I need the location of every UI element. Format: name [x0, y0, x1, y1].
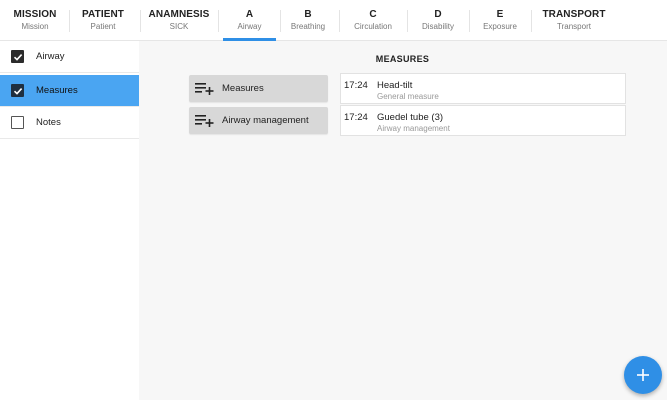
- tab-breathing-label: B: [304, 9, 312, 20]
- tab-breathing-sublabel: Breathing: [290, 22, 326, 31]
- checkbox-checked-icon[interactable]: [11, 84, 24, 97]
- top-tab-bar: MISSION Mission PATIENT Patient ANAMNESI…: [0, 0, 667, 41]
- tab-transport-sublabel: Transport: [557, 22, 591, 31]
- tab-disability[interactable]: D Disability: [412, 0, 464, 41]
- add-measures-button[interactable]: Measures: [189, 75, 328, 102]
- tab-divider: [339, 10, 340, 32]
- add-airway-management-label: Airway management: [222, 115, 309, 126]
- tab-anamnesis-label: ANAMNESIS: [148, 9, 210, 20]
- section-title: MEASURES: [375, 54, 430, 64]
- tab-airway-label: A: [245, 9, 254, 20]
- measure-entry[interactable]: 17:24 Head-tilt General measure: [340, 73, 626, 104]
- sidebar-item-measures[interactable]: Measures: [0, 75, 139, 107]
- sidebar-item-notes[interactable]: Notes: [0, 107, 139, 139]
- tab-divider: [469, 10, 470, 32]
- tab-circulation-label: C: [369, 9, 377, 20]
- entry-name: Head-tilt: [377, 80, 413, 91]
- tab-airway-sublabel: Airway: [237, 22, 262, 31]
- tab-patient[interactable]: PATIENT Patient: [76, 0, 130, 41]
- entry-time: 17:24: [344, 80, 368, 91]
- tab-disability-sublabel: Disability: [421, 22, 454, 31]
- sidebar-item-label: Airway: [36, 51, 65, 62]
- tab-circulation-sublabel: Circulation: [354, 22, 392, 31]
- tab-divider: [218, 10, 219, 32]
- tab-anamnesis[interactable]: ANAMNESIS SICK: [145, 0, 213, 41]
- checkbox-unchecked-icon[interactable]: [11, 116, 24, 129]
- entry-category: Airway management: [377, 124, 450, 133]
- tab-exposure-sublabel: Exposure: [483, 22, 517, 31]
- tab-active-indicator: [223, 38, 276, 41]
- playlist-add-icon: [195, 114, 214, 127]
- tab-exposure[interactable]: E Exposure: [474, 0, 526, 41]
- tab-patient-sublabel: Patient: [90, 22, 116, 31]
- entry-category: General measure: [377, 92, 439, 101]
- checkbox-checked-icon[interactable]: [11, 50, 24, 63]
- tab-circulation[interactable]: C Circulation: [344, 0, 402, 41]
- tab-transport-label: TRANSPORT: [542, 9, 606, 20]
- tab-exposure-label: E: [496, 9, 504, 20]
- tab-mission-label: MISSION: [13, 9, 57, 20]
- playlist-add-icon: [195, 82, 214, 95]
- add-airway-management-button[interactable]: Airway management: [189, 107, 328, 134]
- sidebar-item-label: Notes: [36, 117, 61, 128]
- sidebar: Airway Measures Notes: [0, 41, 139, 400]
- add-measures-label: Measures: [222, 83, 264, 94]
- plus-icon: [637, 369, 649, 381]
- entry-name: Guedel tube (3): [377, 112, 444, 123]
- entry-time: 17:24: [344, 112, 368, 123]
- add-fab-button[interactable]: [624, 356, 662, 394]
- sidebar-item-label: Measures: [36, 85, 78, 96]
- tab-anamnesis-sublabel: SICK: [169, 22, 189, 31]
- tab-disability-label: D: [434, 9, 442, 20]
- tab-divider: [69, 10, 70, 32]
- sidebar-item-airway[interactable]: Airway: [0, 41, 139, 73]
- tab-mission-sublabel: Mission: [21, 22, 49, 31]
- tab-transport[interactable]: TRANSPORT Transport: [538, 0, 610, 41]
- tab-divider: [531, 10, 532, 32]
- tab-divider: [280, 10, 281, 32]
- tab-divider: [407, 10, 408, 32]
- tab-divider: [140, 10, 141, 32]
- tab-mission[interactable]: MISSION Mission: [8, 0, 62, 41]
- tab-airway[interactable]: A Airway: [223, 0, 276, 41]
- tab-patient-label: PATIENT: [82, 9, 124, 20]
- measure-entry[interactable]: 17:24 Guedel tube (3) Airway management: [340, 105, 626, 136]
- tab-breathing[interactable]: B Breathing: [282, 0, 334, 41]
